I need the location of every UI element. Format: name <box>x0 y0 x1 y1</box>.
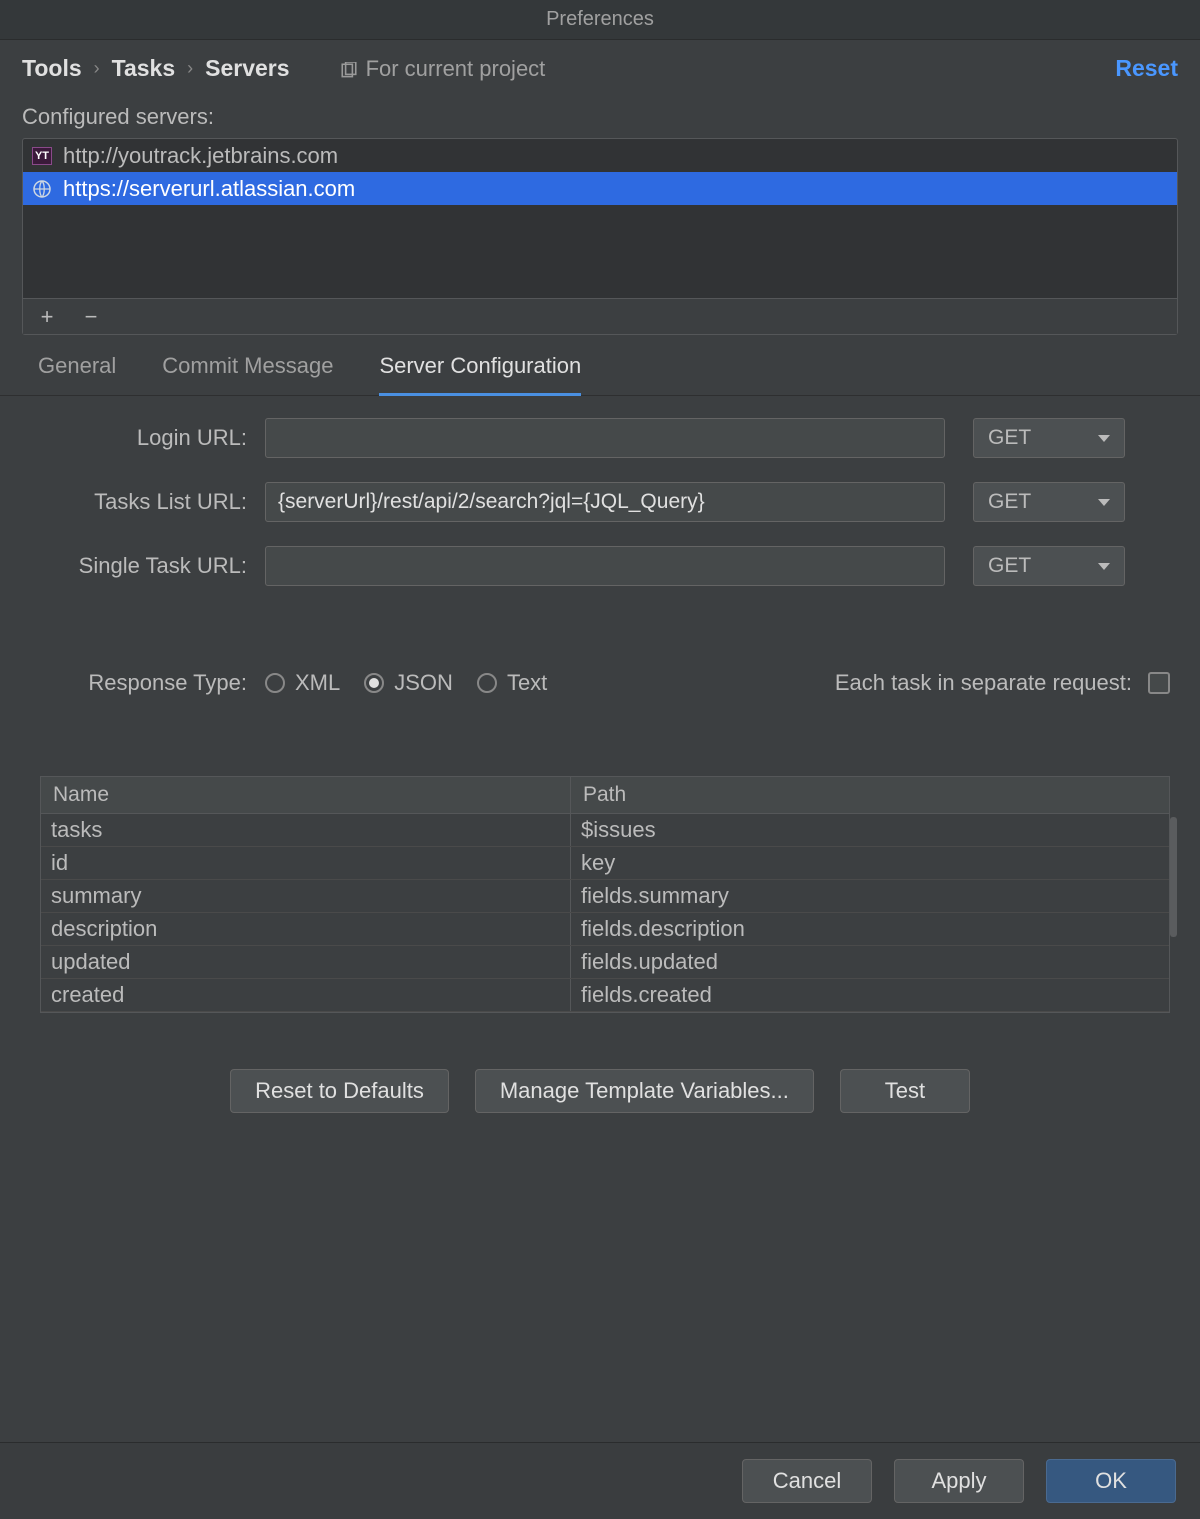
tab-general[interactable]: General <box>38 353 116 395</box>
reset-link[interactable]: Reset <box>1115 55 1178 82</box>
cancel-button[interactable]: Cancel <box>742 1459 872 1503</box>
manage-template-variables-button[interactable]: Manage Template Variables... <box>475 1069 814 1113</box>
cell-name[interactable]: tasks <box>41 814 571 846</box>
cell-path[interactable]: $issues <box>571 814 1169 846</box>
server-row-youtrack[interactable]: YT http://youtrack.jetbrains.com <box>23 139 1177 172</box>
window-title: Preferences <box>546 8 654 31</box>
dialog-footer: Cancel Apply OK <box>0 1442 1200 1519</box>
breadcrumb-servers[interactable]: Servers <box>205 55 289 82</box>
column-name[interactable]: Name <box>41 777 571 813</box>
tab-server-configuration[interactable]: Server Configuration <box>379 353 581 396</box>
server-url: https://serverurl.atlassian.com <box>63 176 355 202</box>
breadcrumb-tasks[interactable]: Tasks <box>112 55 176 82</box>
cell-name[interactable]: updated <box>41 946 571 978</box>
breadcrumb: Tools › Tasks › Servers <box>22 55 290 82</box>
single-task-url-label: Single Task URL: <box>30 553 265 579</box>
table-scrollbar[interactable] <box>1170 817 1177 937</box>
single-task-url-row: Single Task URL: GET <box>30 546 1170 586</box>
chevron-down-icon <box>1098 563 1110 570</box>
chevron-down-icon <box>1098 435 1110 442</box>
cell-path[interactable]: fields.description <box>571 913 1169 945</box>
cell-name[interactable]: created <box>41 979 571 1011</box>
for-current-project-label: For current project <box>366 56 546 82</box>
cell-path[interactable]: key <box>571 847 1169 879</box>
radio-label: JSON <box>394 670 453 696</box>
radio-xml[interactable]: XML <box>265 670 340 696</box>
each-task-checkbox[interactable] <box>1148 672 1170 694</box>
breadcrumb-row: Tools › Tasks › Servers For current proj… <box>0 40 1200 94</box>
radio-json[interactable]: JSON <box>364 670 453 696</box>
single-task-url-method-select[interactable]: GET <box>973 546 1125 586</box>
ok-button[interactable]: OK <box>1046 1459 1176 1503</box>
tasks-list-url-row: Tasks List URL: GET <box>30 482 1170 522</box>
window-titlebar: Preferences <box>0 0 1200 40</box>
tasks-list-url-label: Tasks List URL: <box>30 489 265 515</box>
table-row[interactable]: tasks$issues <box>41 814 1169 847</box>
test-button[interactable]: Test <box>840 1069 970 1113</box>
tasks-list-url-input[interactable] <box>265 482 945 522</box>
cell-path[interactable]: fields.created <box>571 979 1169 1011</box>
servers-list[interactable]: YT http://youtrack.jetbrains.com https:/… <box>23 139 1177 298</box>
server-url: http://youtrack.jetbrains.com <box>63 143 338 169</box>
method-value: GET <box>988 490 1031 514</box>
table-row[interactable]: idkey <box>41 847 1169 880</box>
reset-to-defaults-button[interactable]: Reset to Defaults <box>230 1069 449 1113</box>
cell-path[interactable]: fields.summary <box>571 880 1169 912</box>
apply-button[interactable]: Apply <box>894 1459 1024 1503</box>
table-row[interactable]: summaryfields.summary <box>41 880 1169 913</box>
chevron-down-icon <box>1098 499 1110 506</box>
youtrack-icon: YT <box>31 145 53 167</box>
servers-toolbar: + − <box>23 298 1177 334</box>
column-path[interactable]: Path <box>571 777 1169 813</box>
radio-text[interactable]: Text <box>477 670 547 696</box>
cell-name[interactable]: id <box>41 847 571 879</box>
table-row[interactable]: createdfields.created <box>41 979 1169 1012</box>
breadcrumb-separator: › <box>187 58 193 79</box>
panel-buttons: Reset to Defaults Manage Template Variab… <box>0 1069 1200 1113</box>
login-url-method-select[interactable]: GET <box>973 418 1125 458</box>
radio-label: XML <box>295 670 340 696</box>
each-task-label: Each task in separate request: <box>835 670 1132 696</box>
server-config-form: Login URL: GET Tasks List URL: GET Singl… <box>0 396 1200 610</box>
response-type-row: Response Type: XML JSON Text Each task i… <box>0 610 1200 696</box>
breadcrumb-separator: › <box>94 58 100 79</box>
for-current-project-hint: For current project <box>340 56 546 82</box>
cell-name[interactable]: summary <box>41 880 571 912</box>
method-value: GET <box>988 426 1031 450</box>
response-type-label: Response Type: <box>30 670 265 696</box>
configured-servers-label: Configured servers: <box>0 94 1200 138</box>
breadcrumb-tools[interactable]: Tools <box>22 55 82 82</box>
cell-name[interactable]: description <box>41 913 571 945</box>
login-url-label: Login URL: <box>30 425 265 451</box>
method-value: GET <box>988 554 1031 578</box>
table-header: Name Path <box>41 777 1169 814</box>
tab-commit-message[interactable]: Commit Message <box>162 353 333 395</box>
add-server-button[interactable]: + <box>37 307 57 327</box>
response-type-group: XML JSON Text <box>265 670 547 696</box>
table-row[interactable]: descriptionfields.description <box>41 913 1169 946</box>
single-task-url-input[interactable] <box>265 546 945 586</box>
project-scope-icon <box>340 60 358 78</box>
login-url-row: Login URL: GET <box>30 418 1170 458</box>
servers-list-box: YT http://youtrack.jetbrains.com https:/… <box>22 138 1178 335</box>
tabs: General Commit Message Server Configurat… <box>0 335 1200 396</box>
tasks-list-url-method-select[interactable]: GET <box>973 482 1125 522</box>
globe-icon <box>31 178 53 200</box>
login-url-input[interactable] <box>265 418 945 458</box>
table-row[interactable]: updatedfields.updated <box>41 946 1169 979</box>
server-row-atlassian[interactable]: https://serverurl.atlassian.com <box>23 172 1177 205</box>
cell-path[interactable]: fields.updated <box>571 946 1169 978</box>
remove-server-button[interactable]: − <box>81 307 101 327</box>
field-mapping-table: Name Path tasks$issues idkey summaryfiel… <box>40 776 1170 1013</box>
each-task-toggle: Each task in separate request: <box>835 670 1170 696</box>
radio-label: Text <box>507 670 547 696</box>
